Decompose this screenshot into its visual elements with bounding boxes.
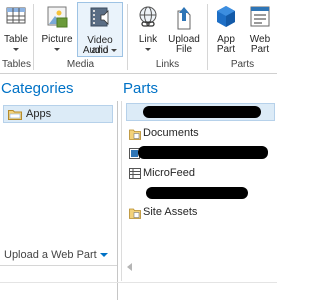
table-icon bbox=[6, 7, 26, 24]
picture-button-label: Picture bbox=[41, 34, 73, 45]
web-part-icon bbox=[250, 6, 270, 27]
upload-web-part-link[interactable]: Upload a Web Part bbox=[4, 249, 108, 261]
parts-horizontal-scrollbar[interactable] bbox=[123, 260, 277, 274]
part-item-site-assets[interactable]: Site Assets bbox=[126, 203, 275, 221]
redacted-text bbox=[146, 187, 248, 199]
link-button-label: Link bbox=[138, 34, 158, 45]
categories-footer-divider bbox=[0, 265, 117, 266]
web-part-label-line2: Part bbox=[250, 44, 270, 55]
part-item[interactable] bbox=[126, 184, 275, 202]
table-button[interactable]: Table bbox=[2, 2, 30, 57]
categories-header: Categories bbox=[1, 80, 74, 97]
picture-dropdown-icon bbox=[40, 45, 74, 55]
list-icon bbox=[129, 168, 141, 179]
video-audio-icon bbox=[90, 7, 109, 27]
categories-panel: Apps bbox=[0, 101, 118, 300]
scroll-left-icon[interactable] bbox=[127, 263, 132, 271]
document-library-icon bbox=[129, 129, 141, 140]
group-label-tables: Tables bbox=[2, 59, 31, 70]
video-audio-dropdown-icon bbox=[111, 48, 118, 52]
table-button-label: Table bbox=[4, 34, 28, 45]
redacted-text bbox=[143, 106, 261, 118]
picture-icon bbox=[47, 6, 68, 28]
part-item-label: MicroFeed bbox=[143, 167, 195, 179]
upload-web-part-label: Upload a Web Part bbox=[4, 249, 97, 261]
app-part-button[interactable]: App Part bbox=[212, 2, 240, 57]
folder-icon bbox=[8, 110, 22, 120]
upload-file-button[interactable]: Upload File bbox=[166, 2, 202, 57]
parts-header: Parts bbox=[123, 80, 159, 97]
category-item-label: Apps bbox=[26, 108, 52, 120]
upload-file-icon bbox=[177, 7, 191, 30]
upload-file-label-line2: File bbox=[175, 44, 193, 55]
picture-button[interactable]: Picture bbox=[40, 2, 74, 57]
link-button[interactable]: Link bbox=[134, 2, 162, 57]
footer-divider bbox=[0, 282, 277, 283]
document-library-icon bbox=[129, 208, 141, 219]
part-item-microfeed[interactable]: MicroFeed bbox=[126, 164, 275, 182]
part-item-label: Documents bbox=[143, 127, 199, 139]
group-label-links: Links bbox=[155, 59, 180, 70]
part-item[interactable] bbox=[126, 103, 275, 121]
video-audio-label-line2: Audio bbox=[78, 46, 122, 56]
app-part-icon bbox=[217, 6, 235, 27]
upload-dropdown-icon bbox=[99, 253, 108, 258]
table-dropdown-icon bbox=[2, 45, 30, 55]
video-and-audio-button[interactable]: Video and Audio bbox=[77, 2, 123, 57]
link-dropdown-icon bbox=[134, 45, 162, 55]
ribbon: Table Picture Video and Audio Link Uploa… bbox=[0, 0, 277, 74]
link-icon bbox=[139, 6, 157, 27]
group-label-media: Media bbox=[66, 59, 95, 70]
group-label-parts: Parts bbox=[230, 59, 255, 70]
part-item-documents[interactable]: Documents bbox=[126, 124, 275, 142]
part-item[interactable] bbox=[126, 144, 275, 162]
redacted-text bbox=[138, 146, 268, 159]
category-item-apps[interactable]: Apps bbox=[3, 105, 113, 123]
web-part-button[interactable]: Web Part bbox=[245, 2, 275, 57]
part-item-label: Site Assets bbox=[143, 206, 198, 218]
app-part-label-line2: Part bbox=[216, 44, 236, 55]
